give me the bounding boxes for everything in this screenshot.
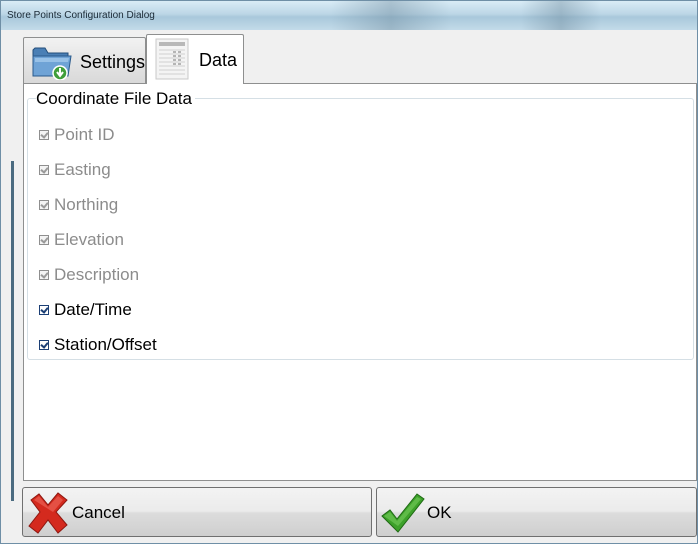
checkbox-icon[interactable] bbox=[39, 305, 49, 315]
checkbox-elevation: Elevation bbox=[39, 229, 124, 251]
dialog-client-area: Settings Data Coordinate File Data Point… bbox=[15, 31, 697, 543]
title-bar[interactable]: Store Points Configuration Dialog bbox=[1, 1, 697, 30]
checkbox-label: Point ID bbox=[54, 125, 115, 144]
tab-data-label: Data bbox=[199, 50, 238, 70]
ok-button-label: OK bbox=[427, 503, 452, 522]
coordinate-file-data-group: Coordinate File Data Point ID Easting No… bbox=[27, 89, 694, 360]
checkbox-icon bbox=[39, 200, 49, 210]
cancel-button-label: Cancel bbox=[72, 503, 125, 522]
tab-settings-label: Settings bbox=[80, 52, 146, 72]
group-title: Coordinate File Data bbox=[36, 89, 195, 109]
checkbox-label: Description bbox=[54, 265, 140, 284]
checkbox-label[interactable]: Station/Offset bbox=[54, 335, 157, 355]
checkbox-icon bbox=[39, 165, 49, 175]
green-checkmark-icon bbox=[381, 493, 425, 533]
checkbox-easting: Easting bbox=[39, 159, 111, 181]
folder-download-icon bbox=[32, 47, 72, 80]
window-title: Store Points Configuration Dialog bbox=[7, 10, 155, 21]
checkbox-label: Northing bbox=[54, 195, 119, 214]
window-edge-accent bbox=[11, 161, 14, 501]
ok-button[interactable]: OK bbox=[376, 487, 697, 537]
dialog-window: Store Points Configuration Dialog Settin… bbox=[0, 0, 698, 544]
cancel-button[interactable]: Cancel bbox=[22, 487, 372, 537]
checkbox-icon bbox=[39, 270, 49, 280]
checkbox-label[interactable]: Date/Time bbox=[54, 300, 132, 320]
checkbox-description: Description bbox=[39, 264, 139, 286]
checkbox-icon bbox=[39, 235, 49, 245]
tab-settings[interactable]: Settings bbox=[23, 37, 146, 83]
checkbox-label: Easting bbox=[54, 160, 111, 179]
tab-data[interactable]: Data bbox=[146, 34, 244, 84]
checkbox-label: Elevation bbox=[54, 230, 124, 249]
red-x-icon bbox=[28, 492, 68, 534]
title-bar-sheen bbox=[331, 1, 451, 30]
checkbox-icon[interactable] bbox=[39, 340, 49, 350]
document-table-icon bbox=[155, 38, 189, 80]
checkbox-northing: Northing bbox=[39, 194, 118, 216]
data-tab-panel: Coordinate File Data Point ID Easting No… bbox=[23, 83, 697, 481]
title-bar-sheen bbox=[521, 1, 601, 30]
checkbox-station-offset[interactable]: Station/Offset bbox=[39, 334, 157, 356]
checkbox-icon bbox=[39, 130, 49, 140]
checkbox-date-time[interactable]: Date/Time bbox=[39, 299, 132, 321]
checkbox-point-id: Point ID bbox=[39, 124, 114, 146]
